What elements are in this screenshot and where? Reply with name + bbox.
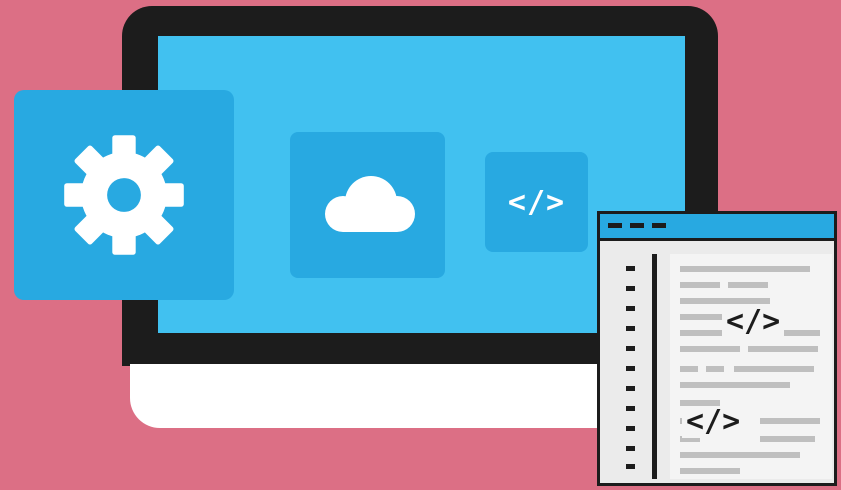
code-tile[interactable]: </> [485, 152, 588, 252]
cloud-tile[interactable] [290, 132, 445, 278]
code-line [680, 330, 725, 336]
code-line [680, 452, 800, 458]
code-editor-window: </> </> [597, 211, 837, 486]
code-line [680, 382, 790, 388]
editor-titlebar [600, 214, 834, 241]
code-line [748, 346, 818, 352]
line-marker [626, 426, 635, 431]
line-marker [626, 286, 635, 291]
titlebar-dash [608, 223, 622, 228]
editor-gutter-line [652, 254, 657, 479]
line-marker [626, 464, 635, 469]
code-icon: </> [507, 184, 566, 220]
code-line [680, 366, 698, 372]
code-line [734, 366, 814, 372]
line-marker [626, 386, 635, 391]
code-line [680, 266, 810, 272]
settings-tile[interactable] [14, 90, 234, 300]
titlebar-dash [630, 223, 644, 228]
line-marker [626, 406, 635, 411]
line-marker [626, 306, 635, 311]
code-panel: </> </> [670, 254, 832, 479]
gear-icon [64, 135, 184, 255]
cloud-icon [324, 176, 415, 232]
code-line [680, 468, 740, 474]
code-icon: </> [722, 306, 785, 338]
code-line [780, 330, 820, 336]
line-marker [626, 326, 635, 331]
code-line [760, 418, 820, 424]
titlebar-dash [652, 223, 666, 228]
line-marker [626, 366, 635, 371]
line-marker [626, 346, 635, 351]
code-line [680, 282, 720, 288]
line-marker [626, 266, 635, 271]
code-icon: </> [682, 406, 745, 438]
line-marker [626, 446, 635, 451]
code-line [680, 346, 740, 352]
code-line [728, 282, 768, 288]
code-line [760, 436, 815, 442]
code-line [706, 366, 724, 372]
